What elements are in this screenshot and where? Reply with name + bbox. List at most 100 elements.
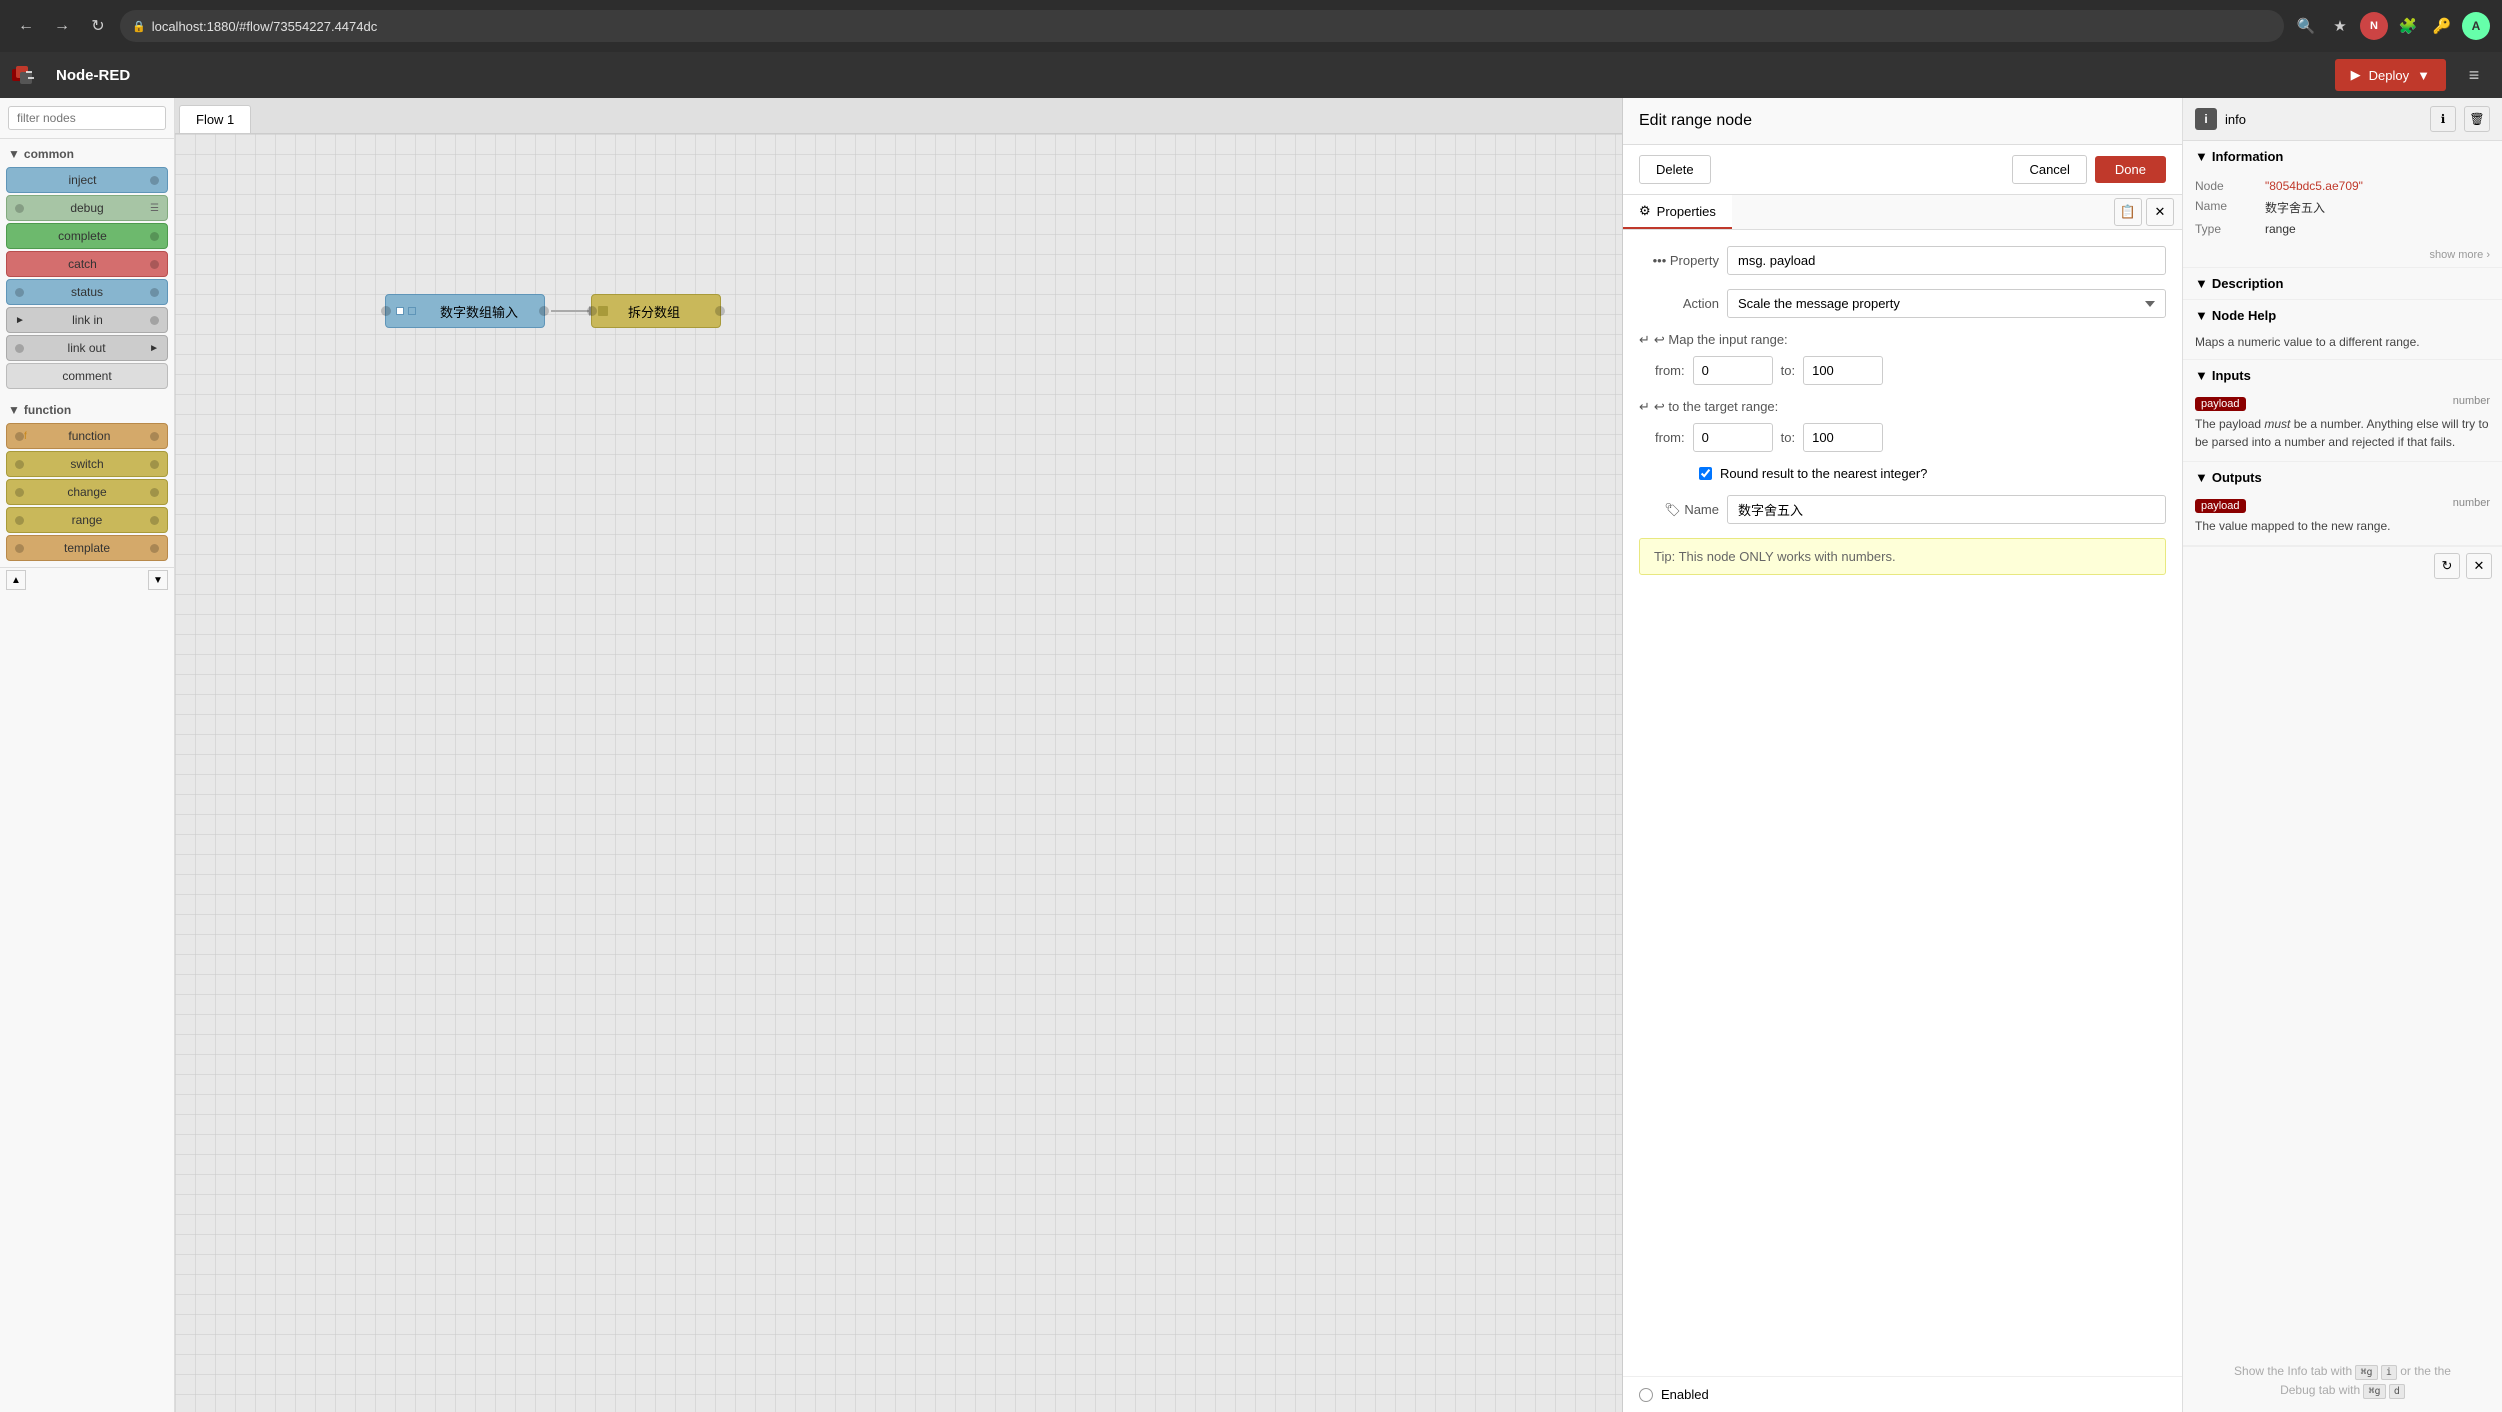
info-panel-header: i info ℹ 🗑 [2183, 98, 2502, 141]
node-function[interactable]: f function [6, 423, 168, 449]
info-refresh-button[interactable]: ↻ [2434, 553, 2460, 579]
outputs-payload-badge: payload [2195, 499, 2246, 513]
inputs-payload-desc: The payload must be a number. Anything e… [2195, 415, 2490, 451]
avatar[interactable]: A [2462, 12, 2490, 40]
edit-panel: Edit range node Delete Cancel Done ⚙ Pro… [1622, 98, 2182, 1412]
round-label[interactable]: Round result to the nearest integer? [1720, 466, 1927, 481]
node-status[interactable]: status [6, 279, 168, 305]
node-range-label: range [24, 513, 150, 527]
info-section-nodehelp-title: Node Help [2212, 308, 2276, 323]
node-inject-right-port [150, 176, 159, 185]
node-comment[interactable]: comment [6, 363, 168, 389]
close-icon-button[interactable]: ✕ [2146, 198, 2174, 226]
target-to-value[interactable] [1803, 423, 1883, 452]
category-function: ▼ function f function switch change [0, 395, 174, 567]
enabled-label: Enabled [1661, 1387, 1709, 1402]
copy-icon-button[interactable]: 📋 [2114, 198, 2142, 226]
target-from-value[interactable] [1693, 423, 1773, 452]
forward-button[interactable]: → [48, 12, 76, 40]
node-inject[interactable]: inject [6, 167, 168, 193]
name-input[interactable] [1727, 495, 2166, 524]
round-checkbox[interactable] [1699, 467, 1712, 480]
back-button[interactable]: ← [12, 12, 40, 40]
node-range-left-port [15, 516, 24, 525]
deploy-button[interactable]: ▶ Deploy ▼ [2335, 59, 2446, 91]
info-section-nodehelp: ▼ Node Help Maps a numeric value to a di… [2183, 300, 2502, 360]
info-close-button[interactable]: ✕ [2466, 553, 2492, 579]
tab-properties[interactable]: ⚙ Properties [1623, 195, 1732, 229]
info-name-row: Name 数字舍五入 [2195, 196, 2490, 219]
info-header-btn-1[interactable]: ℹ [2430, 106, 2456, 132]
node-template[interactable]: template [6, 535, 168, 561]
flow-tab-1[interactable]: Flow 1 [179, 105, 251, 133]
node-switch[interactable]: switch [6, 451, 168, 477]
delete-button[interactable]: Delete [1639, 155, 1711, 184]
bookmark-button[interactable]: ★ [2326, 12, 2354, 40]
inputs-must-em: must [2264, 417, 2290, 431]
canvas-node-array-input-left-port [381, 306, 391, 316]
show-more-link[interactable]: show more › [2183, 249, 2502, 267]
category-common-header[interactable]: ▼ common [0, 143, 174, 165]
info-node-label: Node [2195, 179, 2265, 193]
node-function-right-port [150, 432, 159, 441]
category-function-header[interactable]: ▼ function [0, 399, 174, 421]
ext-puzzle-button[interactable]: 🧩 [2394, 12, 2422, 40]
node-debug-left-port [15, 204, 24, 213]
info-section-description-header[interactable]: ▼ Description [2183, 268, 2502, 299]
canvas-node-split-right-port [715, 306, 725, 316]
node-switch-label: switch [24, 457, 150, 471]
canvas-arrow-1 [551, 310, 591, 312]
property-input[interactable] [1727, 246, 2166, 275]
info-section-information-header[interactable]: ▼ Information [2183, 141, 2502, 172]
info-nodehelp-text: Maps a numeric value to a different rang… [2183, 331, 2502, 359]
info-section-nodehelp-header[interactable]: ▼ Node Help [2183, 300, 2502, 331]
done-button[interactable]: Done [2095, 156, 2166, 183]
canvas-node-array-input[interactable]: 数字数组输入 [385, 294, 545, 328]
node-status-left-port [15, 288, 24, 297]
info-tab-icon: i [2195, 108, 2217, 130]
info-bottom-actions: ↻ ✕ [2183, 546, 2502, 585]
canvas[interactable]: 数字数组输入 拆分数组 [175, 134, 1622, 1412]
info-header-btn-2[interactable]: 🗑 [2464, 106, 2490, 132]
edit-panel-header: Edit range node [1623, 98, 2182, 145]
search-button[interactable]: 🔍 [2292, 12, 2320, 40]
info-section-outputs-title: Outputs [2212, 470, 2262, 485]
edit-panel-actions: Delete Cancel Done [1623, 145, 2182, 195]
hamburger-button[interactable]: ≡ [2458, 59, 2490, 91]
properties-gear-icon: ⚙ [1639, 203, 1651, 219]
canvas-node-array-input-right-port [539, 306, 549, 316]
node-complete[interactable]: complete [6, 223, 168, 249]
node-linkin[interactable]: ► link in [6, 307, 168, 333]
node-catch[interactable]: catch [6, 251, 168, 277]
edit-panel-body: ••• Property Action Scale the message pr… [1623, 230, 2182, 1376]
action-select[interactable]: Scale the message property Clamp the mes… [1727, 289, 2166, 318]
scroll-up-button[interactable]: ▲ [6, 570, 26, 590]
filter-nodes-input[interactable] [8, 106, 166, 130]
cancel-button[interactable]: Cancel [2012, 155, 2086, 184]
category-function-label: function [24, 403, 71, 417]
edit-panel-tabs: ⚙ Properties 📋 ✕ [1623, 195, 2182, 230]
info-section-outputs-header[interactable]: ▼ Outputs [2183, 462, 2502, 493]
scroll-down-button[interactable]: ▼ [148, 570, 168, 590]
reload-button[interactable]: ↻ [84, 12, 112, 40]
info-type-row: Type range [2195, 219, 2490, 239]
node-linkout[interactable]: link out ► [6, 335, 168, 361]
node-range[interactable]: range [6, 507, 168, 533]
edit-tab-icons: 📋 ✕ [2114, 198, 2182, 226]
ext-key-button[interactable]: 🔑 [2428, 12, 2456, 40]
map-input-icon: ↵ [1639, 332, 1650, 348]
node-template-left-port [15, 544, 24, 553]
address-bar[interactable]: 🔒 localhost:1880/#flow/73554227.4474dc [120, 10, 2284, 42]
node-debug[interactable]: debug ☰ [6, 195, 168, 221]
node-status-label: status [24, 285, 150, 299]
input-to-value[interactable] [1803, 356, 1883, 385]
input-from-value[interactable] [1693, 356, 1773, 385]
canvas-node-split[interactable]: 拆分数组 [591, 294, 721, 328]
info-section-inputs-header[interactable]: ▼ Inputs [2183, 360, 2502, 391]
node-change[interactable]: change [6, 479, 168, 505]
lock-icon: 🔒 [132, 20, 146, 33]
canvas-node-split-label: 拆分数组 [614, 294, 694, 329]
input-range-label-text: ↩ Map the input range: [1654, 332, 1788, 348]
info-node-row: Node "8054bdc5.ae709" [2195, 176, 2490, 196]
node-switch-right-port [150, 460, 159, 469]
